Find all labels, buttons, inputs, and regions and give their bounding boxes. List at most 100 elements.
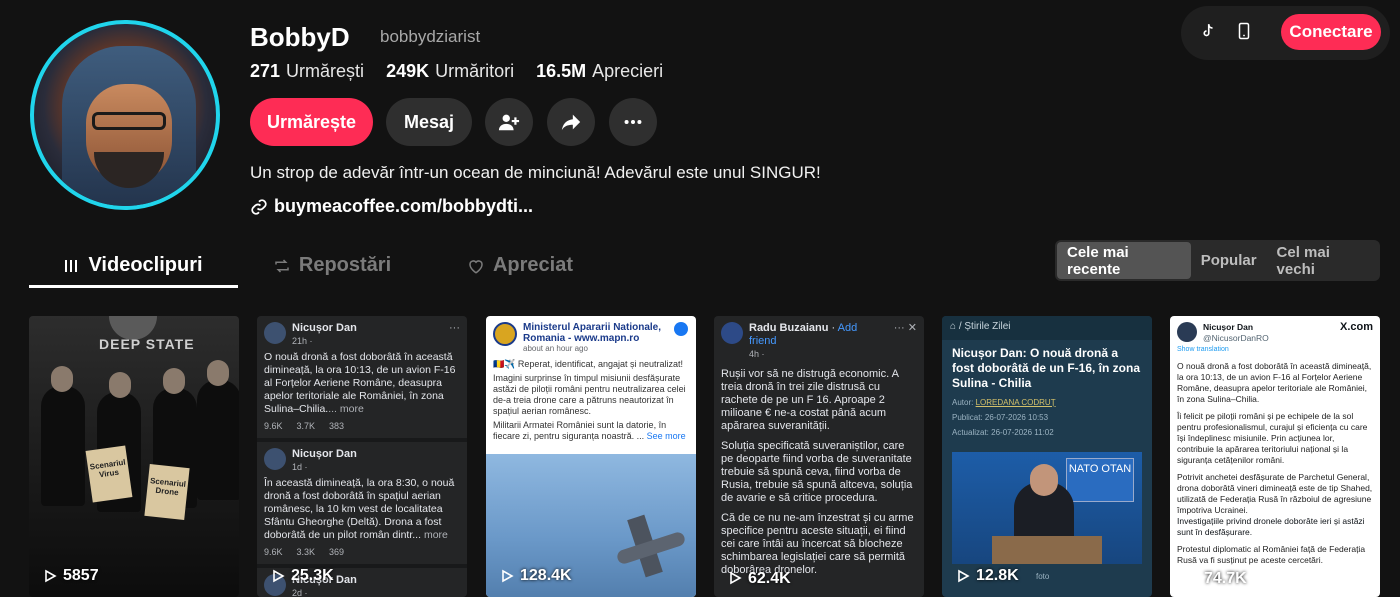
figure-head <box>163 368 185 394</box>
avatar <box>264 322 286 344</box>
video-card[interactable]: Nicușor Dan 21h · ··· O nouă dronă a fos… <box>257 316 467 597</box>
video-card[interactable]: Radu Buzaianu · Add friend 4h · ··· ✕ Ru… <box>714 316 924 597</box>
tab-liked[interactable]: Apreciat <box>426 244 614 287</box>
video-card[interactable]: Nicușor Dan @NicusorDanRO X.com Show tra… <box>1170 316 1380 597</box>
tweet-text: Potrivit anchetei desfășurate de Parchet… <box>1177 472 1373 515</box>
home-icon: ⌂ <box>950 321 959 332</box>
post-author: Nicușor Dan <box>292 322 357 334</box>
fb-post: Nicușor Dan 21h · ··· O nouă dronă a fos… <box>257 316 467 438</box>
facebook-icon <box>674 322 688 336</box>
share-icon <box>561 114 581 131</box>
profile-tabs: Videoclipuri Repostări Apreciat <box>29 244 614 287</box>
profile-name: BobbyD <box>250 22 350 52</box>
view-count: 12.8K <box>956 567 1019 585</box>
video-card[interactable]: ⌂ / Știrile Zilei Nicușor Dan: O nouă dr… <box>942 316 1152 597</box>
stat-label: Urmărești <box>286 61 365 81</box>
post-time: 2d · <box>292 588 308 597</box>
message-button[interactable]: Mesaj <box>386 98 472 146</box>
news-author: LOREDANA CODRUȚ <box>975 398 1056 407</box>
tweet-author: Nicușor Dan <box>1203 322 1254 332</box>
view-count: 62.4K <box>728 570 791 586</box>
heart-icon <box>469 259 483 274</box>
tweet-text: Investigațiile privind dronele doborâte … <box>1177 516 1365 537</box>
post-text: 🇷🇴✈️ Reperat, identificat, angajat și ne… <box>493 359 686 441</box>
speaker-head <box>1030 464 1058 496</box>
news-updated: Actualizat: 26-07-2026 11:02 <box>952 428 1054 437</box>
sort-recent[interactable]: Cele mai recente <box>1057 242 1191 279</box>
tweet-text: Îi felicit pe piloții români și pe echip… <box>1177 411 1368 465</box>
sort-popular[interactable]: Popular <box>1191 242 1267 279</box>
play-icon <box>958 569 970 583</box>
share-button[interactable] <box>547 98 595 146</box>
post-header: Radu Buzaianu · Add friend 4h · ··· ✕ <box>721 322 917 361</box>
post-reactions: 9.6K 3.7K 383 <box>264 420 460 433</box>
phone-icon[interactable] <box>1235 22 1253 40</box>
repost-icon <box>275 258 289 273</box>
avatar <box>1177 322 1197 342</box>
tiktok-icon[interactable] <box>1199 22 1217 40</box>
post-author: Nicușor Dan <box>292 448 357 460</box>
stat-followers[interactable]: 249K Urmăritori <box>386 61 514 82</box>
tab-label: Videoclipuri <box>88 254 203 276</box>
news-meta: Autor: LOREDANA CODRUȚ Publicat: 26-07-2… <box>942 391 1152 440</box>
post-more: more <box>423 529 448 541</box>
play-icon <box>273 569 285 583</box>
tweet-header: Nicușor Dan @NicusorDanRO X.com <box>1177 322 1373 344</box>
avatar-glasses <box>92 112 166 130</box>
link-icon <box>251 198 267 215</box>
post-text: Rușii vor să ne distrugă economic. A tre… <box>721 368 899 432</box>
video-card[interactable]: Ministerul Apararii Nationale, Romania -… <box>486 316 696 597</box>
avatar <box>721 322 743 344</box>
post-text: Că de ce nu ne-am înzestrat și cu arme s… <box>721 512 914 576</box>
post-text: O nouă dronă a fost doborâtă în această … <box>264 351 456 415</box>
tab-label: Repostări <box>298 254 392 276</box>
stat-label: Urmăritori <box>435 61 515 81</box>
see-more: See more <box>646 431 686 441</box>
podium <box>992 536 1102 564</box>
show-translation: Show translation <box>1177 346 1229 353</box>
post-time: 4h · <box>749 349 765 359</box>
post-header: Ministerul Apararii Nationale, Romania -… <box>486 316 696 359</box>
view-count: 128.4K <box>500 567 572 585</box>
figure <box>41 386 85 506</box>
x-logo-icon: X.com <box>1339 321 1373 333</box>
tweet-text: O nouă dronă a fost doborâtă în această … <box>1177 361 1372 404</box>
video-grid: DEEP STATE Scenariul Virus Scenariul Dro… <box>29 316 1380 597</box>
tab-videos[interactable]: Videoclipuri <box>29 244 238 287</box>
play-icon <box>45 569 57 583</box>
nato-sign: NATO OTAN <box>1066 458 1134 502</box>
news-photo: NATO OTAN <box>952 452 1142 564</box>
avatar <box>264 448 286 470</box>
view-count-value: 5857 <box>63 567 99 584</box>
post-more: ... more <box>328 403 364 415</box>
video-overlay-text: DEEP STATE <box>99 336 195 352</box>
profile-link-text: buymeacoffee.com/bobbydti... <box>274 196 534 216</box>
video-card[interactable]: DEEP STATE Scenariul Virus Scenariul Dro… <box>29 316 239 597</box>
news-section: ⌂ / Știrile Zilei <box>942 316 1152 340</box>
fb-post: Nicușor Dan 1d · În această dimineață, l… <box>257 442 467 564</box>
view-count-value: 12.8K <box>976 567 1019 584</box>
sort-selector: Cele mai recente Popular Cel mai vechi <box>1055 240 1380 281</box>
like-count: 9.6K <box>264 421 283 431</box>
tweet-text: Protestul diplomatic al României față de… <box>1177 544 1366 565</box>
mapn-logo-icon <box>493 322 517 346</box>
news-published: Publicat: 26-07-2026 10:53 <box>952 413 1049 422</box>
tab-reposts[interactable]: Repostări <box>238 244 426 287</box>
follow-button[interactable]: Urmărește <box>250 98 373 146</box>
more-icon <box>624 119 642 125</box>
profile-avatar[interactable] <box>30 20 220 210</box>
sort-oldest[interactable]: Cel mai vechi <box>1267 242 1378 279</box>
stat-following[interactable]: 271 Urmărești <box>250 61 364 82</box>
add-friend-button[interactable] <box>485 98 533 146</box>
view-count-value: 128.4K <box>520 567 572 584</box>
share-count: 369 <box>329 547 345 557</box>
figure-head <box>109 372 131 398</box>
more-options-button[interactable] <box>609 98 657 146</box>
figure <box>197 380 239 500</box>
post-text: Soluția specificată suveraniștilor, care… <box>721 440 913 504</box>
view-count: 25.3K <box>271 567 334 585</box>
view-count: 74.7K <box>1184 570 1247 586</box>
connect-button[interactable]: Conectare <box>1281 14 1381 50</box>
profile-link[interactable]: buymeacoffee.com/bobbydti... <box>250 196 533 217</box>
post-time: 21h · <box>292 336 313 346</box>
